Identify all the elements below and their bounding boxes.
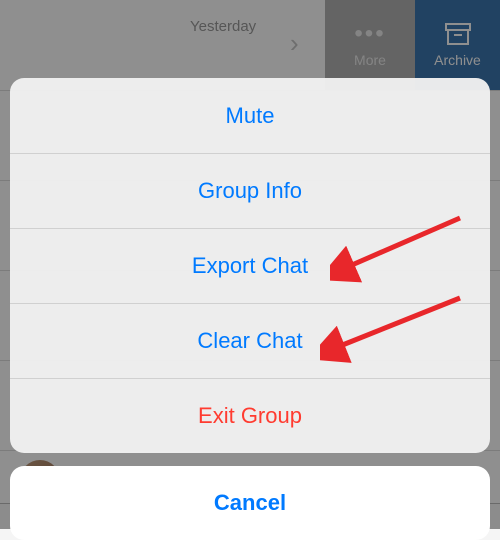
action-clear-chat[interactable]: Clear Chat [10, 303, 490, 378]
action-group-info[interactable]: Group Info [10, 153, 490, 228]
action-mute[interactable]: Mute [10, 78, 490, 153]
action-export-chat[interactable]: Export Chat [10, 228, 490, 303]
action-exit-group[interactable]: Exit Group [10, 378, 490, 453]
action-sheet: Mute Group Info Export Chat Clear Chat E… [10, 78, 490, 453]
